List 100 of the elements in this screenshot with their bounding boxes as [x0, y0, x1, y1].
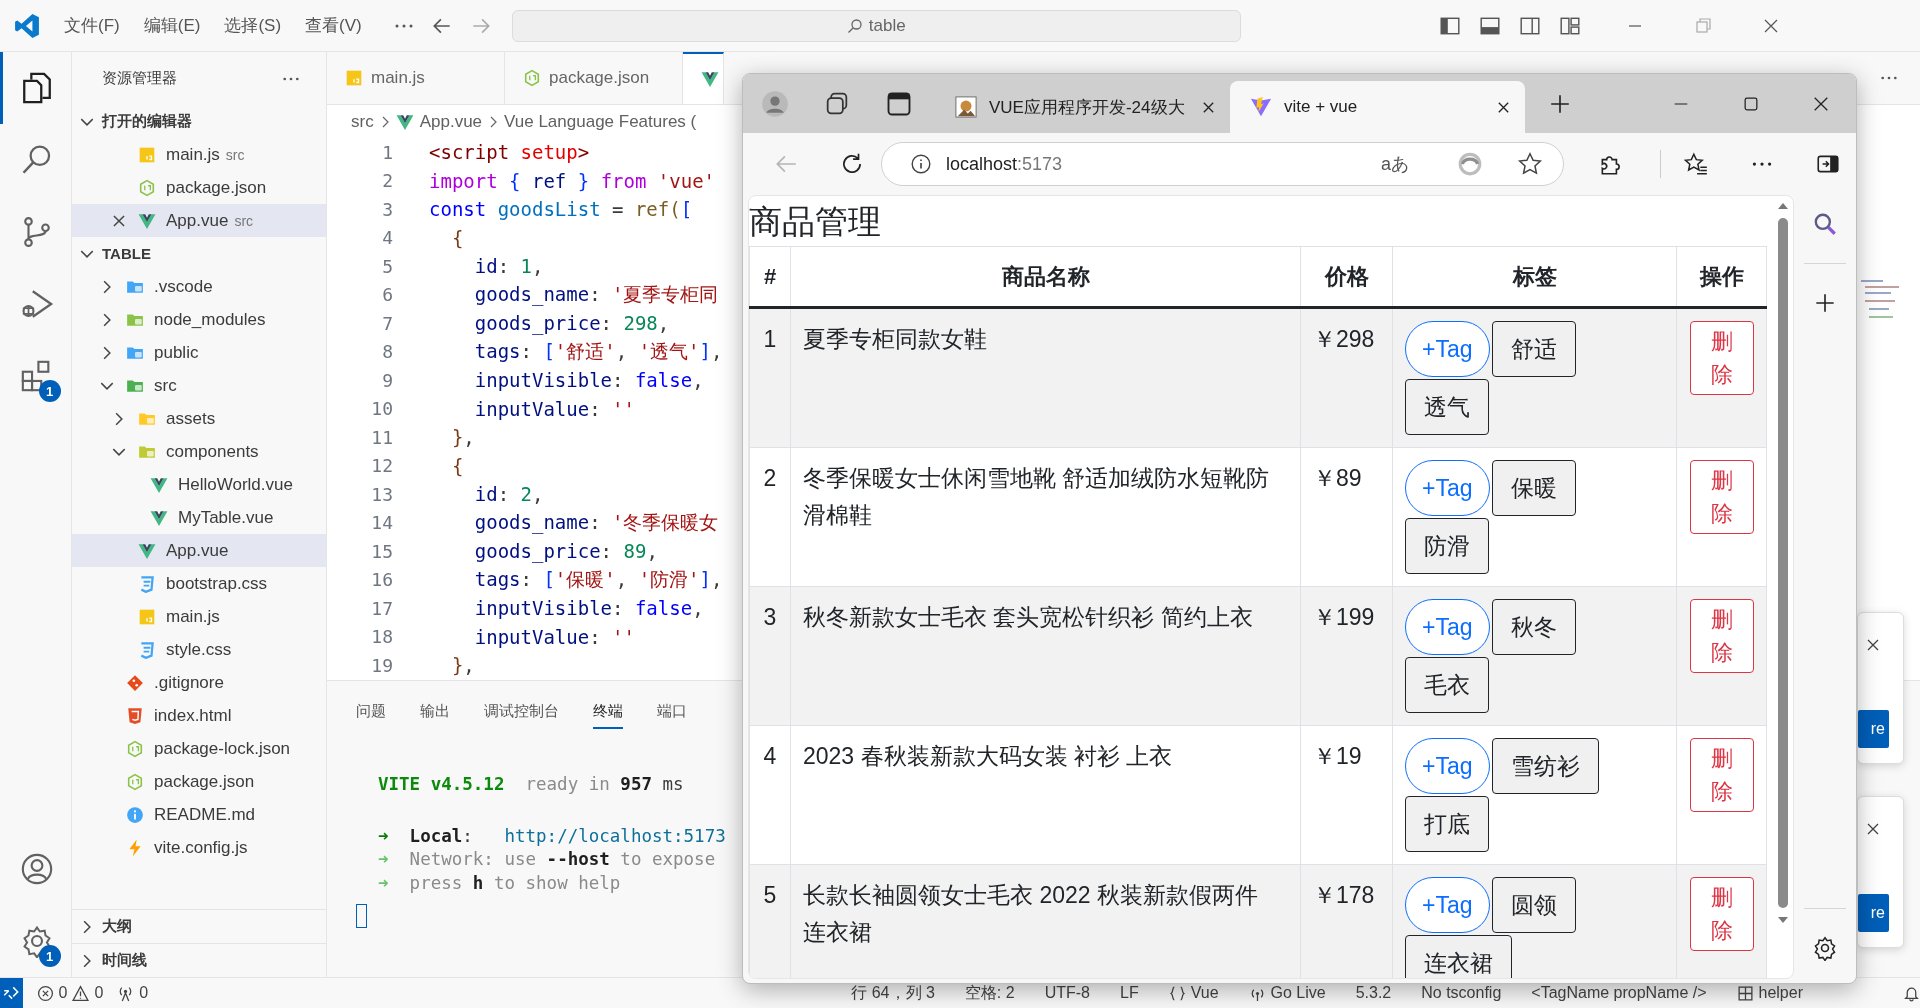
browser-tab[interactable]: VUE应用程序开发-24级大 [935, 81, 1230, 133]
folder-item[interactable]: .vscode [72, 270, 326, 303]
browser-tab[interactable]: vite + vue [1230, 81, 1525, 133]
more-icon[interactable] [393, 22, 414, 29]
breadcrumb-item[interactable]: App.vue [419, 111, 483, 132]
close-icon[interactable] [1865, 637, 1881, 653]
menu-item[interactable]: 查看(V) [305, 14, 362, 37]
vite-logo-icon [1250, 96, 1272, 118]
status-item[interactable]: UTF-8 [1044, 984, 1090, 1002]
address-bar[interactable]: localhost:5173 aあ [881, 142, 1564, 186]
editor-tab[interactable] [683, 52, 724, 104]
menu-item[interactable]: 编辑(E) [143, 14, 201, 37]
breadcrumb-item[interactable]: src [351, 111, 374, 132]
status-item[interactable]: 5.3.2 [1355, 984, 1392, 1002]
add-tag-button[interactable]: +Tag [1405, 599, 1490, 655]
open-editor-item[interactable]: package.json [72, 171, 326, 204]
delete-button[interactable]: 删除 [1689, 460, 1754, 534]
file-item[interactable]: main.js [72, 600, 326, 633]
panel-tab[interactable]: 调试控制台 [484, 697, 559, 729]
problems-button[interactable]: 0 0 [36, 984, 104, 1002]
read-aloud-button[interactable]: aあ [1381, 152, 1409, 176]
status-item[interactable]: 行 64，列 3 [851, 982, 935, 1004]
section-header[interactable]: 大纲 [72, 909, 326, 943]
tag-button[interactable]: 秋冬 [1491, 599, 1576, 655]
activity-item[interactable]: 1 [0, 340, 72, 412]
status-item[interactable]: <TagName propName /> [1531, 984, 1707, 1002]
code-line: inputValue: '' [473, 397, 635, 420]
tag-button[interactable]: 雪纺衫 [1491, 738, 1599, 794]
delete-button[interactable]: 删除 [1689, 738, 1754, 812]
folder-item[interactable]: node_modules [72, 303, 326, 336]
notification-button[interactable]: re [1858, 894, 1889, 932]
scrollbar-thumb[interactable] [1778, 218, 1788, 908]
delete-button[interactable]: 删除 [1689, 877, 1754, 951]
file-item[interactable]: bootstrap.css [72, 567, 326, 600]
status-item[interactable]: LF [1120, 984, 1139, 1002]
panel-tab[interactable]: 终端 [593, 697, 623, 729]
file-item[interactable]: .gitignore [72, 666, 326, 699]
panel-tab[interactable]: 端口 [657, 697, 687, 729]
folder-item[interactable]: assets [72, 402, 326, 435]
search-icon[interactable] [1812, 211, 1838, 237]
run-debug-icon [20, 287, 54, 321]
delete-button[interactable]: 删除 [1689, 599, 1754, 673]
file-item[interactable]: vite.config.js [72, 831, 326, 864]
panel-tab[interactable]: 输出 [420, 697, 450, 729]
open-editor-item[interactable]: main.js src [72, 138, 326, 171]
more-icon[interactable] [1880, 75, 1898, 81]
tag-button[interactable]: 防滑 [1405, 518, 1489, 574]
close-icon[interactable] [1865, 821, 1881, 837]
settings-icon[interactable] [1812, 935, 1838, 961]
folder-item[interactable]: public [72, 336, 326, 369]
favorites-icon[interactable] [1683, 151, 1709, 177]
file-item[interactable]: package.json [72, 765, 326, 798]
file-item[interactable]: MyTable.vue [72, 501, 326, 534]
panel-tab[interactable]: 问题 [356, 697, 386, 729]
scroll-up-icon[interactable] [1777, 202, 1789, 210]
new-tab-icon[interactable] [1549, 92, 1571, 115]
menu-item[interactable]: 选择(S) [224, 14, 282, 37]
menu-item[interactable]: 文件(F) [64, 14, 120, 37]
file-item[interactable]: HelloWorld.vue [72, 468, 326, 501]
add-tag-button[interactable]: +Tag [1405, 738, 1490, 794]
section-header[interactable]: TABLE [72, 237, 326, 270]
file-item[interactable]: App.vue [72, 534, 326, 567]
breadcrumb-item[interactable]: Vue Language Features ( [504, 111, 697, 132]
tag-button[interactable]: 透气 [1405, 379, 1489, 435]
scroll-down-icon[interactable] [1777, 916, 1789, 924]
info-icon[interactable] [910, 153, 932, 175]
add-tag-button[interactable]: +Tag [1405, 321, 1490, 377]
activity-item[interactable]: 1 [0, 905, 72, 977]
file-item[interactable]: style.css [72, 633, 326, 666]
status-item[interactable]: No tsconfig [1421, 984, 1502, 1002]
open-editor-item[interactable]: App.vue src [72, 204, 326, 237]
add-tag-button[interactable]: +Tag [1405, 460, 1490, 516]
section-header[interactable]: 打开的编辑器 [72, 105, 326, 138]
folder-item[interactable]: src [72, 369, 326, 402]
status-item[interactable]: helper [1736, 984, 1803, 1002]
search-field[interactable]: table [511, 9, 1241, 42]
tag-button[interactable]: 打底 [1405, 796, 1489, 852]
table-cell: 5 [749, 864, 791, 978]
tag-button[interactable]: 毛衣 [1405, 657, 1489, 713]
more-icon[interactable] [282, 75, 300, 82]
status-item[interactable]: Go Live [1248, 984, 1326, 1002]
status-item[interactable]: Vue [1168, 984, 1219, 1002]
star-icon[interactable] [1517, 151, 1543, 177]
editor-tab[interactable]: main.js [327, 52, 505, 104]
file-item[interactable]: index.html [72, 699, 326, 732]
swirl-icon[interactable] [1457, 151, 1483, 177]
delete-button[interactable]: 删除 [1689, 321, 1754, 395]
tag-button[interactable]: 圆领 [1491, 877, 1576, 933]
file-item[interactable]: README.md [72, 798, 326, 831]
remote-button[interactable] [0, 978, 23, 1008]
folder-item[interactable]: components [72, 435, 326, 468]
tag-button[interactable]: 连衣裙 [1405, 935, 1512, 978]
ports-button[interactable]: 0 [117, 984, 149, 1002]
file-item[interactable]: package-lock.json [72, 732, 326, 765]
status-item[interactable]: 空格: 2 [964, 982, 1015, 1004]
tag-button[interactable]: 舒适 [1491, 321, 1576, 377]
add-tag-button[interactable]: +Tag [1405, 877, 1490, 933]
profile-icon[interactable] [761, 89, 789, 118]
notification-button[interactable]: re [1858, 710, 1889, 748]
tag-button[interactable]: 保暖 [1491, 460, 1576, 516]
